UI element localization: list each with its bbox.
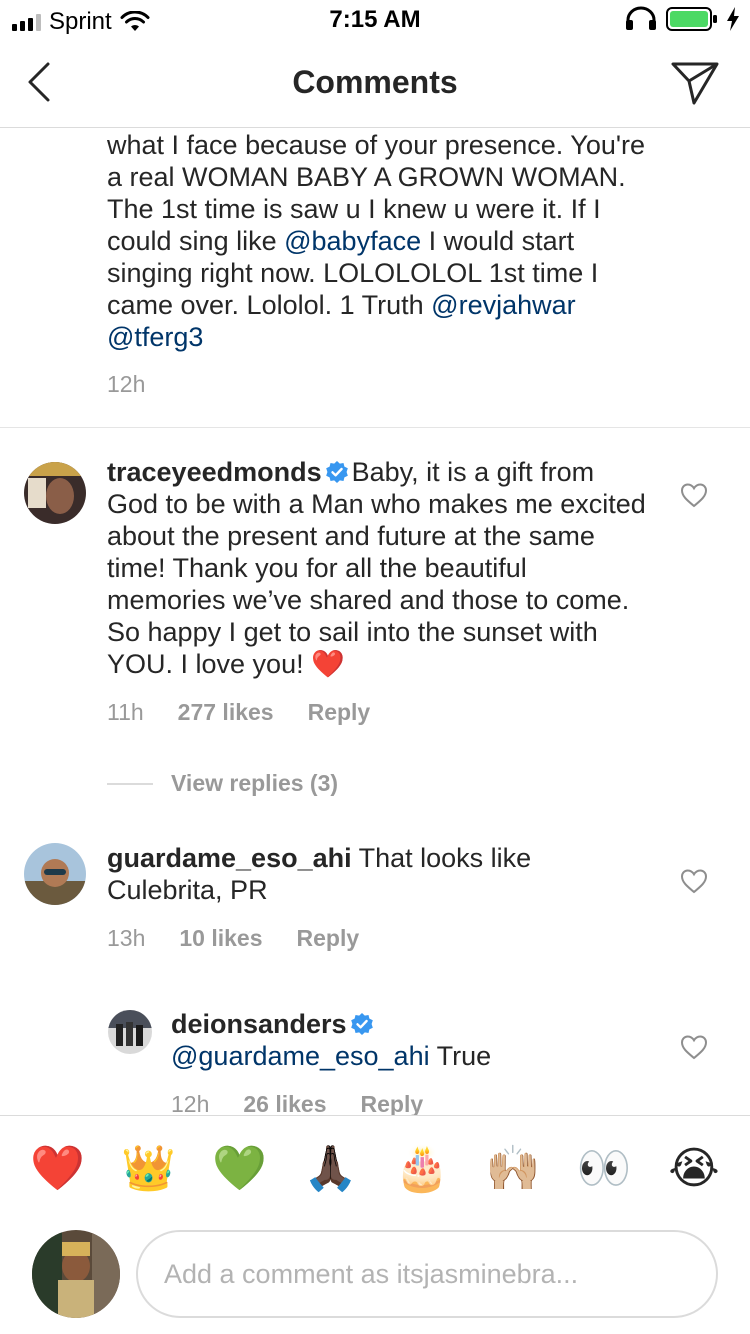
emoji-eyes[interactable]: 👀 bbox=[577, 1143, 632, 1195]
avatar[interactable] bbox=[24, 843, 86, 905]
comment-meta: 11h 277 likes Reply bbox=[107, 699, 370, 726]
nav-bar: Comments bbox=[0, 42, 750, 128]
emoji-raising-hands[interactable]: 🙌🏼 bbox=[486, 1143, 541, 1195]
comment-composer bbox=[0, 1221, 750, 1334]
avatar-image bbox=[32, 1230, 120, 1318]
like-heart-icon[interactable] bbox=[680, 1034, 708, 1060]
username[interactable]: deionsanders bbox=[171, 1009, 347, 1039]
comment-meta: 12h bbox=[107, 371, 145, 398]
comment-input[interactable] bbox=[136, 1230, 718, 1318]
emoji-green-heart[interactable]: 💚 bbox=[212, 1143, 267, 1195]
avatar-image bbox=[24, 462, 86, 524]
comment-body: True bbox=[429, 1041, 492, 1071]
view-replies-button[interactable]: View replies (3) bbox=[171, 770, 338, 797]
reply-button[interactable]: Reply bbox=[308, 699, 371, 726]
charging-bolt-icon bbox=[727, 7, 739, 31]
emoji-red-heart[interactable]: ❤️ bbox=[30, 1143, 85, 1195]
status-right bbox=[624, 6, 740, 32]
username[interactable]: guardame_eso_ahi bbox=[107, 843, 352, 873]
heart-emoji: ❤️ bbox=[311, 649, 345, 679]
view-replies-line bbox=[107, 783, 153, 785]
emoji-crown[interactable]: 👑 bbox=[121, 1143, 176, 1195]
emoji-crying-face[interactable]: 😭 bbox=[668, 1143, 720, 1195]
avatar[interactable] bbox=[24, 462, 86, 524]
direct-send-icon[interactable] bbox=[670, 60, 720, 106]
mention-babyface[interactable]: @babyface bbox=[284, 226, 421, 256]
headphones-icon bbox=[626, 6, 656, 30]
comment-text: traceyeedmonds Baby, it is a gift from Go… bbox=[107, 456, 652, 680]
likes-count[interactable]: 277 likes bbox=[178, 699, 274, 726]
avatar-image bbox=[108, 1010, 152, 1054]
current-user-avatar bbox=[32, 1230, 120, 1318]
comment-time: 12h bbox=[107, 371, 146, 397]
avatar[interactable] bbox=[108, 1010, 152, 1054]
emoji-birthday-cake[interactable]: 🎂 bbox=[395, 1143, 450, 1195]
likes-count[interactable]: 10 likes bbox=[179, 925, 262, 952]
comment-meta: 13h 10 likes Reply bbox=[107, 925, 359, 952]
emoji-praying-hands[interactable]: 🙏🏿 bbox=[303, 1143, 358, 1195]
verified-badge-icon bbox=[325, 461, 348, 483]
comment-text: what I face because of your presence. Yo… bbox=[107, 129, 652, 353]
mention-guardame[interactable]: @guardame_eso_ahi bbox=[171, 1041, 430, 1071]
page-title: Comments bbox=[292, 64, 458, 100]
comment-text: deionsanders @guardame_eso_ahi True bbox=[171, 1008, 651, 1072]
comment-body: Baby, it is a gift from God to be with a… bbox=[107, 457, 646, 679]
status-bar: Sprint 7:15 AM bbox=[0, 0, 750, 42]
avatar-image bbox=[24, 843, 86, 905]
emoji-quick-bar: ❤️ 👑 💚 🙏🏿 🎂 🙌🏼 👀 😭 bbox=[0, 1115, 750, 1221]
comment-time: 11h bbox=[107, 699, 144, 725]
reply-button[interactable]: Reply bbox=[361, 1091, 424, 1115]
comment-text: guardame_eso_ahi That looks like Culebri… bbox=[107, 842, 652, 906]
likes-count[interactable]: 26 likes bbox=[243, 1091, 326, 1115]
divider bbox=[0, 427, 750, 428]
verified-badge-icon bbox=[350, 1013, 373, 1035]
reply-button[interactable]: Reply bbox=[297, 925, 360, 952]
comment-meta: 12h 26 likes Reply bbox=[171, 1091, 423, 1115]
comment-time: 13h bbox=[107, 925, 146, 951]
like-heart-icon[interactable] bbox=[680, 482, 708, 508]
comment-time: 12h bbox=[171, 1091, 210, 1115]
like-heart-icon[interactable] bbox=[680, 868, 708, 894]
battery-icon bbox=[666, 7, 717, 31]
mention-tferg3[interactable]: @tferg3 bbox=[107, 322, 203, 352]
username[interactable]: traceyeedmonds bbox=[107, 457, 322, 487]
mention-revjahwar[interactable]: @revjahwar bbox=[431, 290, 575, 320]
comments-list[interactable]: what I face because of your presence. Yo… bbox=[0, 129, 750, 1115]
